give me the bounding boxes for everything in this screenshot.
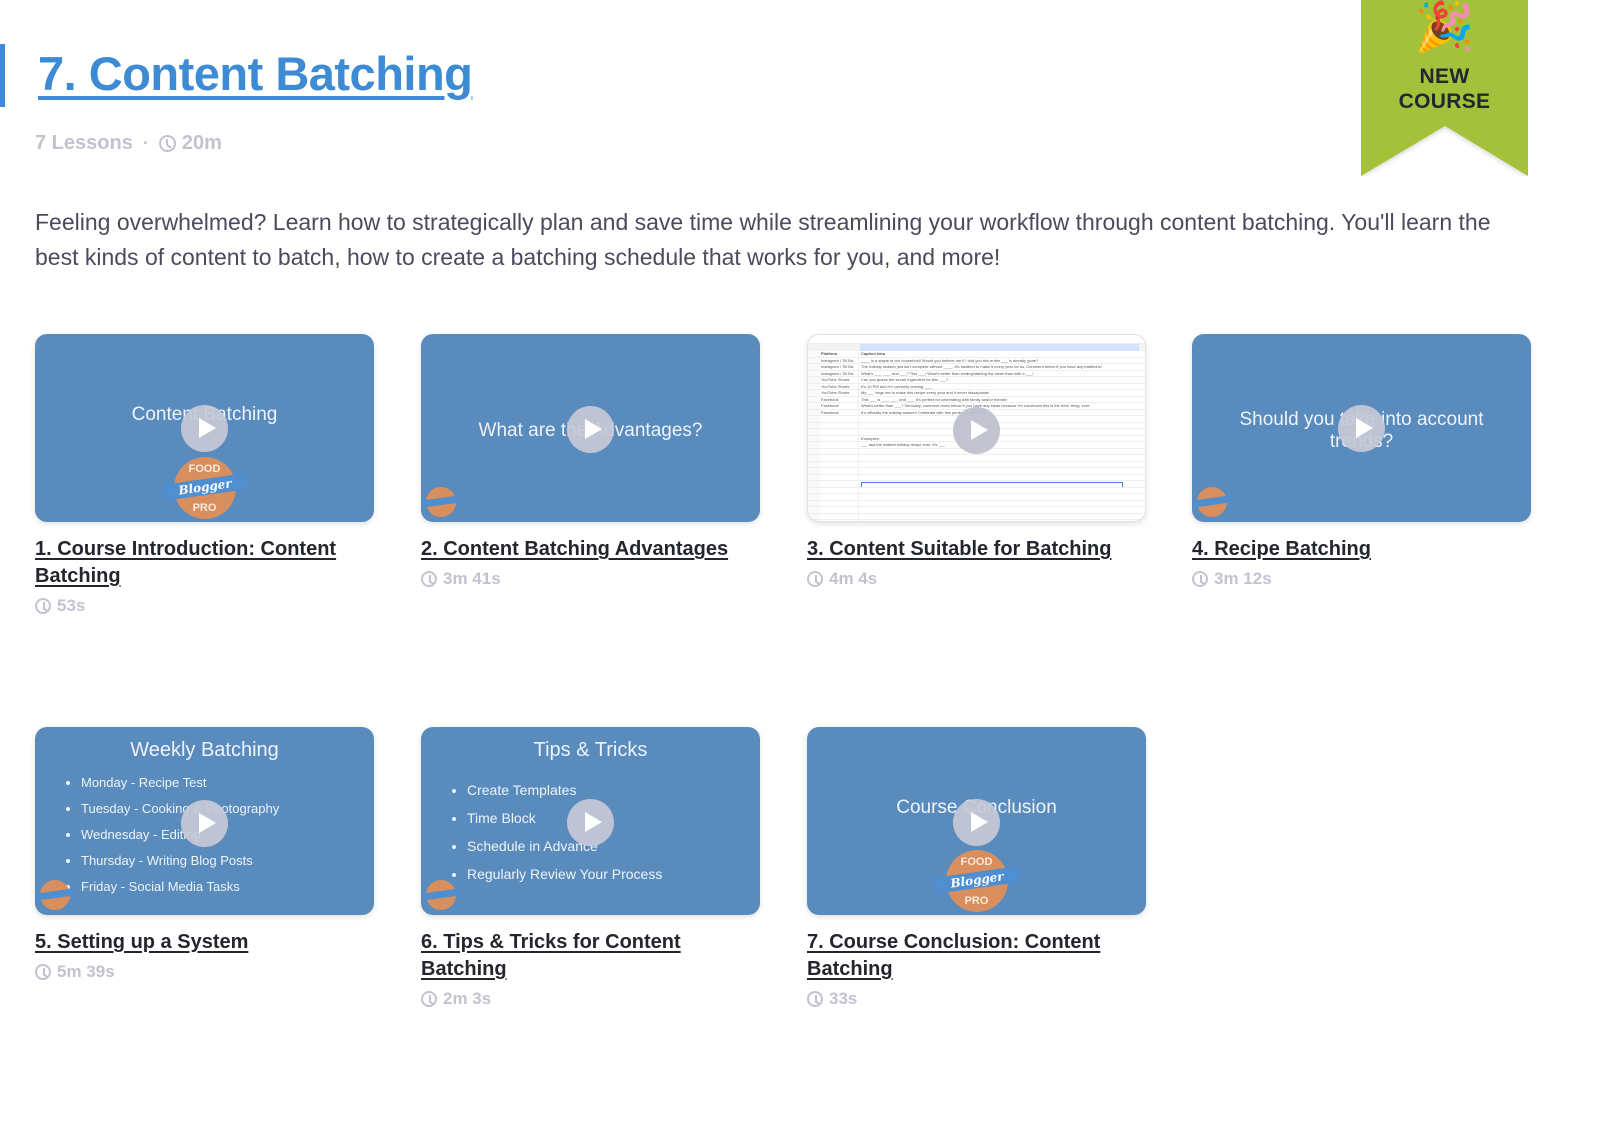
lesson-title-link[interactable]: 7. Course Conclusion: Content Batching: [807, 929, 1147, 983]
sheet-toolbar: [808, 335, 1145, 344]
food-blogger-pro-logo: [40, 880, 70, 910]
lesson-card: Tips & Tricks Create Templates Time Bloc…: [421, 727, 761, 1009]
badge-line-2: COURSE: [1398, 90, 1491, 113]
new-course-badge: 🎉 NEW COURSE: [1361, 0, 1528, 176]
lesson-card: Platform Caption Idea Instagram / TikTok __…: [807, 334, 1147, 589]
duration-text: 4m 4s: [829, 569, 878, 588]
duration-text: 2m 3s: [443, 989, 492, 1008]
section-accent-bar: [0, 44, 5, 107]
badge-line-1: NEW: [1419, 65, 1470, 88]
play-button-icon[interactable]: [953, 799, 1000, 846]
clock-icon: [421, 571, 437, 587]
thumbnail-list-item: Friday - Social Media Tasks: [81, 879, 279, 894]
badge-label: NEW COURSE: [1361, 64, 1528, 114]
party-popper-icon: 🎉: [1414, 1, 1475, 54]
logo-bottom-text: PRO: [192, 502, 217, 514]
duration-text: 3m 12s: [1214, 569, 1272, 588]
food-blogger-pro-logo: [1197, 487, 1227, 517]
lesson-title-link[interactable]: 1. Course Introduction: Content Batching: [35, 536, 375, 590]
sheet-column-header: [808, 344, 1145, 351]
lesson-thumbnail[interactable]: Content Batching FOOD Blogger PRO: [35, 334, 374, 522]
lesson-title-link[interactable]: 5. Setting up a System: [35, 929, 375, 956]
food-blogger-pro-logo: FOOD Blogger PRO: [160, 457, 249, 519]
clock-icon: [35, 964, 51, 980]
lesson-card: Should you take into account trends? 4. …: [1192, 334, 1532, 589]
thumbnail-list-item: Create Templates: [467, 782, 662, 798]
thumbnail-list-item: Wednesday - Editing: [81, 827, 279, 842]
lesson-thumbnail[interactable]: Tips & Tricks Create Templates Time Bloc…: [421, 727, 760, 915]
lessons-count: 7 Lessons: [35, 132, 133, 154]
lesson-card: What are the Advantages? 2. Content Batc…: [421, 334, 761, 589]
thumbnail-heading: Weekly Batching: [130, 739, 279, 761]
play-button-icon[interactable]: [181, 800, 228, 847]
total-duration: 20m: [181, 132, 222, 154]
lesson-thumbnail[interactable]: Should you take into account trends?: [1192, 334, 1531, 522]
lesson-duration: 4m 4s: [807, 569, 1147, 589]
course-description: Feeling overwhelmed? Learn how to strate…: [35, 209, 1491, 270]
thumbnail-heading: Tips & Tricks: [533, 739, 648, 761]
logo-ribbon-text: Blogger: [932, 866, 1021, 894]
lesson-thumbnail[interactable]: Weekly Batching Monday - Recipe Test Tue…: [35, 727, 374, 915]
logo-ribbon-text: Blogger: [160, 473, 249, 501]
play-button-icon[interactable]: [953, 407, 1000, 454]
play-button-icon[interactable]: [567, 799, 614, 846]
lesson-thumbnail[interactable]: What are the Advantages?: [421, 334, 760, 522]
lesson-card: Weekly Batching Monday - Recipe Test Tue…: [35, 727, 375, 982]
duration-text: 3m 41s: [443, 569, 501, 588]
play-button-icon[interactable]: [181, 405, 228, 452]
lesson-thumbnail[interactable]: Course Conclusion FOOD Blogger PRO: [807, 727, 1146, 915]
lesson-duration: 3m 12s: [1192, 569, 1532, 589]
lesson-title-link[interactable]: 4. Recipe Batching: [1192, 536, 1532, 563]
thumbnail-list-item: Monday - Recipe Test: [81, 775, 279, 790]
logo-top-text: FOOD: [960, 856, 993, 868]
clock-icon: [35, 598, 51, 614]
thumbnail-list: Monday - Recipe Test Tuesday - Cooking &…: [81, 775, 279, 905]
duration-text: 5m 39s: [57, 962, 115, 981]
duration-text: 53s: [57, 596, 86, 615]
food-blogger-pro-logo: [426, 880, 456, 910]
logo-top-text: FOOD: [188, 463, 221, 475]
clock-icon: [807, 991, 823, 1007]
lesson-duration: 5m 39s: [35, 962, 375, 982]
thumbnail-list-item: Schedule in Advance: [467, 838, 662, 854]
thumbnail-list-item: Tuesday - Cooking & Photography: [81, 801, 279, 816]
course-title-link[interactable]: 7. Content Batching: [38, 46, 473, 101]
lesson-duration: 33s: [807, 989, 1147, 1009]
clock-icon: [807, 571, 823, 587]
thumbnail-list: Create Templates Time Block Schedule in …: [467, 782, 662, 894]
thumbnail-list-item: Regularly Review Your Process: [467, 866, 662, 882]
thumbnail-list-item: Thursday - Writing Blog Posts: [81, 853, 279, 868]
food-blogger-pro-logo: [426, 487, 456, 517]
food-blogger-pro-logo: FOOD Blogger PRO: [932, 850, 1021, 912]
clock-icon: [158, 135, 176, 152]
sheet-row: [808, 520, 1145, 521]
clock-icon: [1192, 571, 1208, 587]
lesson-duration: 53s: [35, 596, 375, 616]
lesson-title-link[interactable]: 2. Content Batching Advantages: [421, 536, 761, 563]
logo-bottom-text: PRO: [964, 895, 989, 907]
lesson-duration: 3m 41s: [421, 569, 761, 589]
lesson-thumbnail[interactable]: Platform Caption Idea Instagram / TikTok __…: [807, 334, 1146, 522]
meta-separator: ·: [142, 133, 149, 153]
lesson-title-link[interactable]: 6. Tips & Tricks for Content Batching: [421, 929, 761, 983]
clock-icon: [421, 991, 437, 1007]
course-meta: 7 Lessons · 20m: [35, 132, 222, 155]
duration-text: 33s: [829, 989, 858, 1008]
lesson-card: Content Batching FOOD Blogger PRO 1. Cou…: [35, 334, 375, 616]
lesson-card: Course Conclusion FOOD Blogger PRO 7. Co…: [807, 727, 1147, 1009]
thumbnail-list-item: Time Block: [467, 810, 662, 826]
play-button-icon[interactable]: [1338, 405, 1385, 452]
lesson-duration: 2m 3s: [421, 989, 761, 1009]
play-button-icon[interactable]: [567, 406, 614, 453]
lesson-title-link[interactable]: 3. Content Suitable for Batching: [807, 536, 1147, 563]
